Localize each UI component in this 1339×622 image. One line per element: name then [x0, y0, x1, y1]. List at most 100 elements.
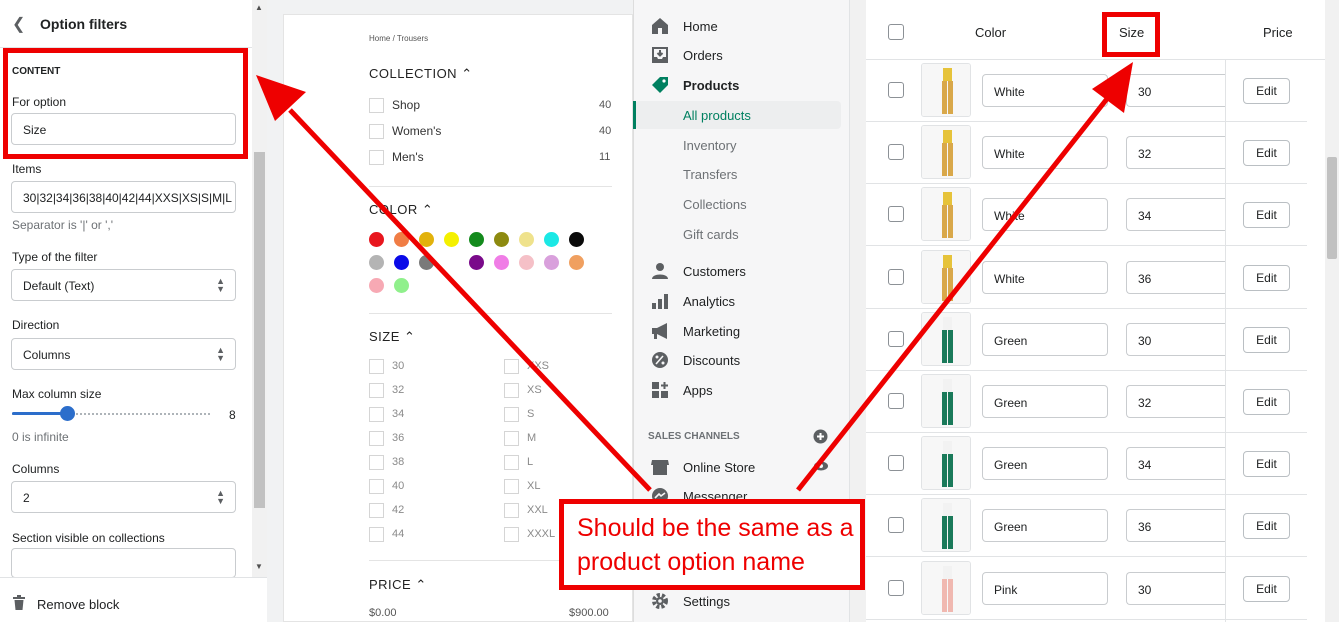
collection-checkbox[interactable]	[369, 150, 384, 165]
color-swatch[interactable]	[544, 255, 559, 270]
color-swatch[interactable]	[369, 278, 384, 293]
color-value-input[interactable]: White	[982, 74, 1108, 107]
collection-checkbox[interactable]	[369, 98, 384, 113]
scroll-down-icon[interactable]: ▼	[255, 562, 263, 571]
nav-customers[interactable]: Customers	[683, 264, 746, 279]
size-checkbox[interactable]	[369, 527, 384, 542]
product-thumbnail[interactable]	[921, 249, 971, 304]
size-value-input[interactable]: 32	[1126, 136, 1226, 170]
color-swatch[interactable]	[494, 232, 509, 247]
size-checkbox[interactable]	[504, 527, 519, 542]
column-header-price[interactable]: Price	[1263, 25, 1293, 40]
section-visible-input[interactable]	[11, 548, 236, 578]
edit-button[interactable]: Edit	[1243, 575, 1290, 602]
size-value-input[interactable]: 32	[1126, 385, 1226, 418]
size-filter-heading[interactable]: SIZE ⌃	[369, 329, 415, 345]
product-thumbnail[interactable]	[921, 498, 971, 553]
remove-block-button[interactable]: Remove block	[37, 597, 119, 612]
edit-button[interactable]: Edit	[1243, 451, 1290, 478]
size-option-label[interactable]: L	[527, 456, 533, 468]
size-checkbox[interactable]	[369, 455, 384, 470]
size-value-input[interactable]: 34	[1126, 198, 1226, 232]
size-option-label[interactable]: 34	[392, 408, 404, 420]
size-option-label[interactable]: 44	[392, 528, 404, 540]
size-option-label[interactable]: S	[527, 408, 534, 420]
collection-option-label[interactable]: Men's	[392, 150, 424, 164]
collection-option-label[interactable]: Women's	[392, 124, 441, 138]
size-checkbox[interactable]	[504, 383, 519, 398]
color-swatch[interactable]	[519, 232, 534, 247]
row-checkbox[interactable]	[888, 330, 904, 347]
size-value-input[interactable]: 34	[1126, 447, 1226, 481]
color-value-input[interactable]: Green	[982, 385, 1108, 418]
nav-discounts[interactable]: Discounts	[683, 353, 740, 368]
size-checkbox[interactable]	[369, 383, 384, 398]
size-checkbox[interactable]	[504, 431, 519, 446]
nav-marketing[interactable]: Marketing	[683, 324, 740, 339]
columns-select[interactable]: 2 ▲ ▼	[11, 481, 236, 513]
product-thumbnail[interactable]	[921, 63, 971, 117]
color-filter-heading[interactable]: COLOR ⌃	[369, 202, 433, 218]
color-swatch[interactable]	[569, 255, 584, 270]
color-swatch[interactable]	[394, 255, 409, 270]
color-swatch[interactable]	[519, 255, 534, 270]
edit-button[interactable]: Edit	[1243, 78, 1290, 104]
size-option-label[interactable]: 32	[392, 384, 404, 396]
color-value-input[interactable]: Green	[982, 509, 1108, 543]
color-swatch[interactable]	[419, 232, 434, 247]
row-checkbox[interactable]	[888, 206, 904, 223]
filter-type-select[interactable]: Default (Text) ▲ ▼	[11, 269, 236, 301]
price-filter-heading[interactable]: PRICE ⌃	[369, 577, 427, 593]
size-option-label[interactable]: 40	[392, 480, 404, 492]
size-checkbox[interactable]	[504, 407, 519, 422]
nav-apps[interactable]: Apps	[683, 383, 713, 398]
color-value-input[interactable]: Green	[982, 447, 1108, 481]
trash-icon[interactable]	[12, 595, 26, 610]
size-checkbox[interactable]	[369, 479, 384, 494]
size-option-label[interactable]: XXL	[527, 504, 548, 516]
color-swatch[interactable]	[369, 232, 384, 247]
color-swatch[interactable]	[544, 232, 559, 247]
product-thumbnail[interactable]	[921, 374, 971, 428]
product-thumbnail[interactable]	[921, 436, 971, 491]
size-option-label[interactable]: XS	[527, 384, 542, 396]
edit-button[interactable]: Edit	[1243, 202, 1290, 229]
nav-settings[interactable]: Settings	[683, 594, 730, 609]
color-swatch[interactable]	[444, 232, 459, 247]
color-value-input[interactable]: White	[982, 198, 1108, 232]
product-thumbnail[interactable]	[921, 560, 971, 615]
panel-scrollbar-thumb[interactable]	[254, 152, 265, 508]
column-header-color[interactable]: Color	[975, 25, 1006, 40]
chevron-left-icon[interactable]: ❮	[12, 14, 25, 34]
size-value-input[interactable]: 36	[1126, 509, 1226, 543]
size-checkbox[interactable]	[369, 431, 384, 446]
eye-icon[interactable]	[813, 458, 829, 474]
size-value-input[interactable]: 30	[1126, 74, 1226, 107]
row-checkbox[interactable]	[888, 517, 904, 534]
size-checkbox[interactable]	[504, 503, 519, 518]
color-value-input[interactable]: Pink	[982, 571, 1108, 605]
size-value-input[interactable]: 30	[1126, 571, 1226, 605]
size-option-label[interactable]: M	[527, 432, 536, 444]
nav-gift-cards[interactable]: Gift cards	[683, 227, 739, 242]
color-swatch[interactable]	[369, 255, 384, 270]
color-swatch[interactable]	[394, 232, 409, 247]
nav-products[interactable]: Products	[683, 78, 739, 93]
scroll-up-icon[interactable]: ▲	[255, 3, 263, 12]
nav-inventory[interactable]: Inventory	[683, 138, 736, 153]
size-option-label[interactable]: 38	[392, 456, 404, 468]
color-swatch[interactable]	[419, 255, 434, 270]
nav-online-store[interactable]: Online Store	[683, 460, 755, 475]
nav-all-products[interactable]: All products	[683, 108, 751, 123]
product-thumbnail[interactable]	[921, 187, 971, 242]
edit-button[interactable]: Edit	[1243, 513, 1290, 540]
page-scrollbar[interactable]	[1325, 0, 1339, 622]
size-option-label[interactable]: 42	[392, 504, 404, 516]
size-checkbox[interactable]	[504, 479, 519, 494]
product-thumbnail[interactable]	[921, 311, 971, 366]
size-option-label[interactable]: XL	[527, 480, 540, 492]
row-checkbox[interactable]	[888, 144, 904, 161]
color-swatch[interactable]	[469, 255, 484, 270]
color-swatch[interactable]	[394, 278, 409, 293]
edit-button[interactable]: Edit	[1243, 264, 1290, 291]
